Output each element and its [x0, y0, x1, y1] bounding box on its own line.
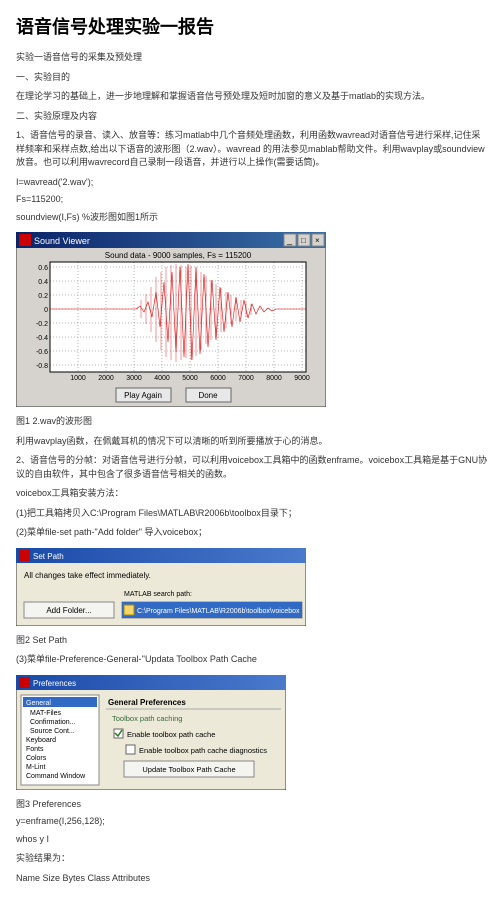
svg-text:5000: 5000: [182, 375, 198, 382]
section1-body: 在理论学习的基础上，进一步地理解和掌握语音信号预处理及短时加窗的意义及基于mat…: [16, 90, 488, 104]
para-after-fig1: 利用wavplay函数，在佩戴耳机的情况下可以清晰的听到所要播放于心的消息。: [16, 435, 488, 449]
tree-item[interactable]: MAT-Files: [30, 710, 61, 717]
svg-text:0.4: 0.4: [38, 279, 48, 286]
section2-p2: 2、语音信号的分帧：对语音信号进行分帧，可以利用voicebox工具箱中的函数e…: [16, 454, 488, 481]
update-cache-button[interactable]: Update Toolbox Path Cache: [142, 765, 235, 774]
svg-text:9000: 9000: [294, 375, 310, 382]
fig1-chart-title: Sound data - 9000 samples, Fs = 115200: [105, 251, 252, 260]
svg-text:□: □: [301, 236, 306, 245]
svg-text:3000: 3000: [126, 375, 142, 382]
result-header: Name Size Bytes Class Attributes: [16, 872, 488, 886]
code-line-5: whos y I: [16, 833, 488, 847]
svg-text:0.2: 0.2: [38, 293, 48, 300]
tree-item[interactable]: Colors: [26, 755, 47, 762]
install-label: voicebox工具箱安装方法：: [16, 487, 488, 501]
tree-item[interactable]: Fonts: [26, 746, 44, 753]
figure2-set-path: Set Path All changes take effect immedia…: [16, 548, 488, 626]
fig2-info-text: All changes take effect immediately.: [24, 571, 151, 580]
tree-item[interactable]: Confirmation...: [30, 719, 76, 726]
code-line-3: soundview(I,Fs) %波形图如图1所示: [16, 211, 488, 225]
tree-item[interactable]: M-Lint: [26, 764, 46, 771]
install-step2: (2)菜单file-set path-"Add folder" 导入voiceb…: [16, 526, 488, 540]
svg-text:4000: 4000: [154, 375, 170, 382]
svg-text:-0.4: -0.4: [36, 335, 48, 342]
add-folder-button[interactable]: Add Folder...: [46, 606, 91, 615]
code-line-1: I=wavread('2.wav');: [16, 176, 488, 190]
play-again-button[interactable]: Play Again: [124, 391, 162, 400]
svg-text:8000: 8000: [266, 375, 282, 382]
checkbox-enable-cache[interactable]: Enable toolbox path cache: [127, 730, 215, 739]
install-step1: (1)把工具箱拷贝入C:\Program Files\MATLAB\R2006b…: [16, 507, 488, 521]
page-title: 语音信号处理实验一报告: [16, 14, 488, 41]
svg-text:-0.8: -0.8: [36, 363, 48, 370]
fig2-titlebar: Set Path: [33, 552, 64, 561]
fig3-section-label: Toolbox path caching: [112, 714, 182, 723]
section2-label: 二、实验原理及内容: [16, 110, 488, 124]
figure3-caption: 图3 Preferences: [16, 798, 488, 812]
code-line-4: y=enframe(I,256,128);: [16, 815, 488, 829]
install-step3: (3)菜单file-Preference-General-''Updata To…: [16, 653, 488, 667]
tree-item[interactable]: General: [26, 700, 51, 707]
fig3-titlebar: Preferences: [33, 679, 76, 688]
figure1-sound-viewer: Sound Viewer _ □ × Sound data - 9000 sam…: [16, 232, 488, 407]
fig2-path-text: C:\Program Files\MATLAB\R2006b\toolbox\v…: [137, 608, 300, 615]
result-label: 实验结果为：: [16, 852, 488, 866]
tree-item[interactable]: Command Window: [26, 773, 86, 780]
figure1-caption: 图1 2.wav的波形图: [16, 415, 488, 429]
done-button[interactable]: Done: [198, 391, 218, 400]
tree-item[interactable]: Keyboard: [26, 737, 56, 744]
section1-label: 一、实验目的: [16, 71, 488, 85]
svg-text:6000: 6000: [210, 375, 226, 382]
svg-text:7000: 7000: [238, 375, 254, 382]
svg-text:×: ×: [315, 236, 320, 245]
svg-text:0.6: 0.6: [38, 265, 48, 272]
svg-text:_: _: [286, 235, 293, 245]
code-line-2: Fs=115200;: [16, 193, 488, 207]
svg-text:2000: 2000: [98, 375, 114, 382]
fig3-panel-title: General Preferences: [108, 698, 186, 707]
section2-p1: 1、语音信号的录音、读入、放音等：练习matlab中几个音频处理函数，利用函数w…: [16, 129, 488, 170]
intro-line: 实验一语音信号的采集及预处理: [16, 51, 488, 65]
svg-text:0: 0: [44, 307, 48, 314]
svg-text:-0.6: -0.6: [36, 349, 48, 356]
figure3-preferences: Preferences General MAT-Files Confirmati…: [16, 675, 488, 790]
svg-text:1000: 1000: [70, 375, 86, 382]
figure2-caption: 图2 Set Path: [16, 634, 488, 648]
fig1-titlebar-text: Sound Viewer: [34, 236, 90, 246]
svg-text:-0.2: -0.2: [36, 321, 48, 328]
fig2-path-label: MATLAB search path:: [124, 591, 192, 598]
checkbox-diagnostics[interactable]: Enable toolbox path cache diagnostics: [139, 746, 267, 755]
tree-item[interactable]: Source Cont...: [30, 728, 75, 735]
